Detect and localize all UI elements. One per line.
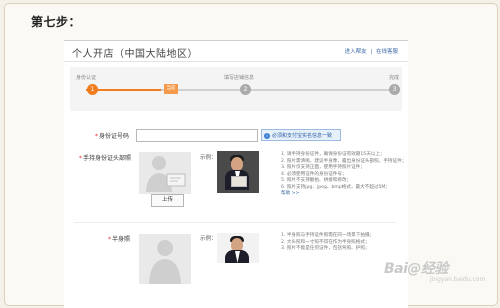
top-links: 进入帮友 | 在线客服 [343,47,398,55]
handheld-id-photo-label: *手持身份证头部照 [79,155,132,162]
shop-open-panel: 个人开店（中国大陆地区） 进入帮友 | 在线客服 身份认证 填写店铺信息 完成 … [64,40,408,308]
half-body-tips: 1. 半身照与手持证件照需在同一场景下拍摄； 2. 大头照和一寸照不得在作为半身… [281,233,374,253]
title-divider [64,61,408,62]
upload-tips: 1. 请手持身份证件，确保身份证有效期15天以上； 2. 照片需清晰，建议半身像… [281,152,406,198]
photo-upload-placeholder[interactable] [139,152,191,194]
person-silhouette-icon [149,240,181,284]
baidu-watermark-url: jingyan.baidu.com [430,276,486,283]
half-body-photo-label: *半身照 [108,236,131,243]
section-divider [74,222,396,223]
person-with-card-icon [146,156,186,192]
half-body-upload-placeholder[interactable] [139,234,191,284]
step-label-done: 完成 [389,75,400,81]
current-step-tag: 当前 [164,84,178,94]
step-note: 第七步： [31,15,82,29]
example-label: 示例： [200,155,217,161]
page-title: 个人开店（中国大陆地区） [72,49,198,60]
step-dot-1: 1 [87,84,98,95]
step-label-identity: 身份认证 [76,75,97,81]
id-number-input[interactable] [136,129,258,142]
tip-item: 6. 照片支持jpg、jpeg、bmp格式，最大不超过5M； [281,184,390,190]
help-center-link[interactable]: 进入帮友 [345,49,367,55]
verify-alipay-button[interactable]: i 必须和支付宝实名信息一致 [261,129,341,141]
progress-track [86,89,392,91]
tip-item: 3. 照片不能是任何证件，包括驾照、护照； [281,246,370,251]
id-number-label: *身份证号码 [95,133,130,140]
step-dot-3: 3 [389,84,400,95]
step-dot-2: 2 [240,84,251,95]
step-label-shop-info: 填写店铺信息 [224,75,255,81]
online-service-link[interactable]: 在线客服 [376,49,398,55]
example-half-body-photo [217,233,259,263]
example-handheld-photo [217,151,259,193]
tip-item: 1. 半身照与手持证件照需在同一场景下拍摄； [281,233,375,238]
upload-button[interactable]: 上传 [151,194,184,207]
info-icon: i [264,132,270,139]
baidu-watermark-logo: Bai@经验 [384,261,448,277]
help-link[interactable]: 帮助 >> [281,191,299,196]
link-separator: | [370,49,373,55]
example-label-2: 示例： [200,236,217,242]
